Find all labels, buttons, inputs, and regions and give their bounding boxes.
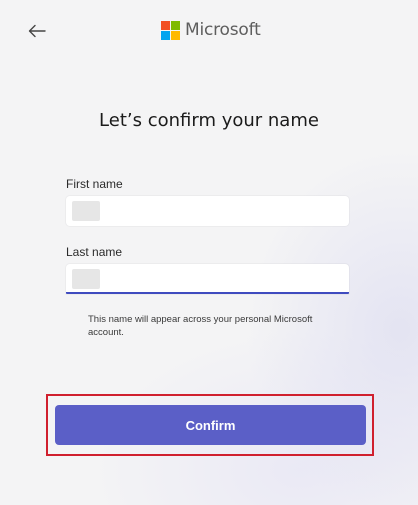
logo-text: Microsoft: [185, 20, 261, 40]
last-name-input[interactable]: [66, 264, 349, 294]
confirm-button[interactable]: Confirm: [55, 405, 366, 445]
helper-text: This name will appear across your person…: [88, 314, 313, 338]
microsoft-logo: Microsoft: [161, 20, 261, 40]
arrow-left-icon: [28, 24, 46, 43]
back-button[interactable]: [22, 20, 52, 46]
first-name-label: First name: [66, 177, 123, 191]
last-name-label: Last name: [66, 245, 123, 259]
page-title: Let’s confirm your name: [99, 110, 319, 131]
microsoft-logo-icon: [161, 20, 180, 40]
first-name-value: [72, 201, 100, 221]
first-name-input[interactable]: [66, 196, 349, 226]
last-name-value: [72, 269, 100, 289]
